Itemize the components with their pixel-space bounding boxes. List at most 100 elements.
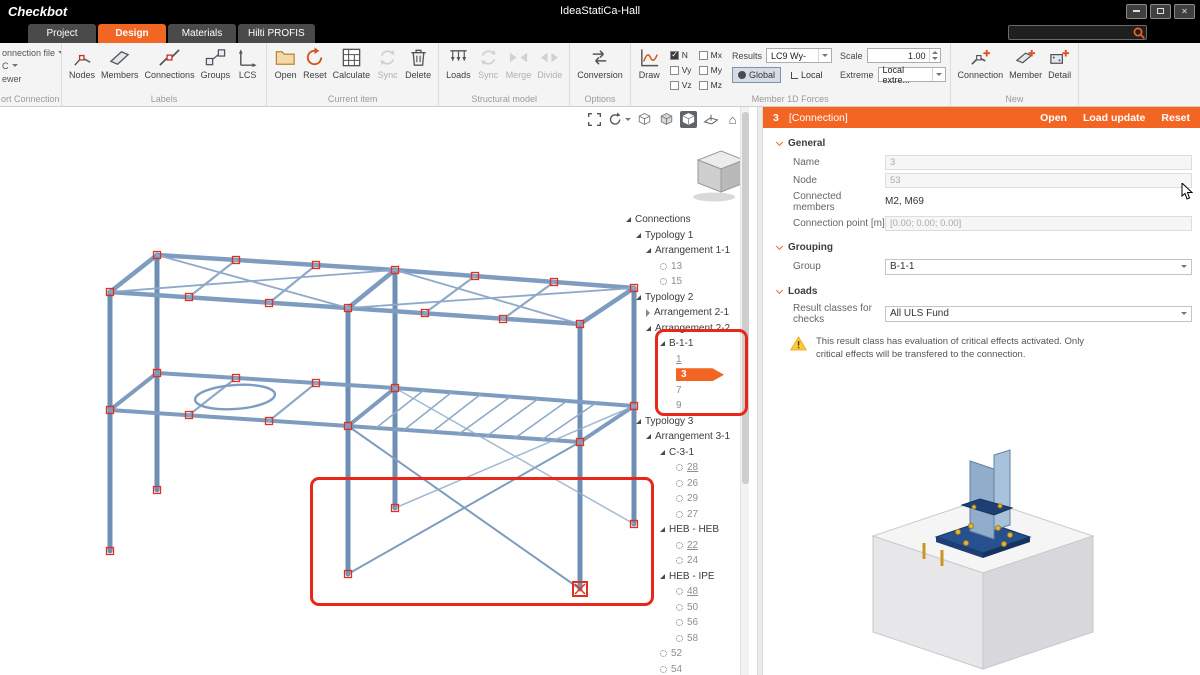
tab-design[interactable]: Design (98, 24, 166, 43)
members-button[interactable]: Members (98, 44, 142, 80)
refresh-view-button[interactable] (608, 111, 631, 128)
delete-button[interactable]: Delete (402, 44, 434, 80)
tree-item-15[interactable]: 15 (622, 274, 740, 290)
nodes-button[interactable]: Nodes (66, 44, 98, 80)
caret-expanded-icon[interactable] (626, 217, 631, 222)
caret-expanded-icon[interactable] (660, 450, 665, 455)
minimize-button[interactable] (1126, 4, 1147, 19)
connection-3d-preview[interactable] (858, 447, 1108, 672)
tree-item-typology-1[interactable]: Typology 1 (622, 228, 740, 244)
result-classes-dropdown[interactable]: All ULS Fund (885, 306, 1192, 322)
tree-item-7[interactable]: 7 (622, 383, 740, 399)
cube-wireframe-icon (637, 112, 652, 127)
new-connection-button[interactable]: Connection (955, 44, 1007, 80)
viewer-button[interactable]: ewer (0, 72, 61, 85)
tree-item-27[interactable]: 27 (622, 507, 740, 523)
draw-button[interactable]: Draw (635, 44, 664, 80)
open-connection-button[interactable]: Open (1040, 112, 1067, 124)
local-toggle-button[interactable]: Local (785, 67, 829, 83)
tree-item-56[interactable]: 56 (622, 615, 740, 631)
maximize-button[interactable] (1150, 4, 1171, 19)
open-button[interactable]: Open (271, 44, 300, 80)
tree-item-heb-heb[interactable]: HEB - HEB (622, 522, 740, 538)
lcs-button[interactable]: LCS (233, 44, 262, 80)
c-menu[interactable]: C (0, 59, 61, 72)
tree-item-9[interactable]: 9 (622, 398, 740, 414)
section-grouping[interactable]: Grouping (763, 232, 1200, 257)
section-general[interactable]: General (763, 128, 1200, 153)
calculate-button[interactable]: Calculate (330, 44, 374, 80)
groups-button[interactable]: Groups (198, 44, 234, 80)
results-dropdown[interactable]: LC9 Wy- (766, 48, 832, 63)
reset-connection-button[interactable]: Reset (1161, 112, 1190, 124)
checkbox-mx[interactable] (699, 51, 708, 60)
extreme-dropdown[interactable]: Local extre... (878, 67, 946, 82)
tree-item-50[interactable]: 50 (622, 600, 740, 616)
caret-expanded-icon[interactable] (660, 341, 665, 346)
new-detail-button[interactable]: Detail (1045, 44, 1074, 80)
caret-collapsed-icon[interactable] (646, 309, 650, 317)
tree-item-c-3-1[interactable]: C-3-1 (622, 445, 740, 461)
checkbox-my[interactable] (699, 66, 708, 75)
new-member-button[interactable]: Member (1006, 44, 1045, 80)
checkbox-vy[interactable] (670, 66, 679, 75)
clip-plane-button[interactable] (702, 111, 719, 128)
section-loads[interactable]: Loads (763, 276, 1200, 301)
tree-item-26[interactable]: 26 (622, 476, 740, 492)
zoom-extents-button[interactable] (586, 111, 603, 128)
caret-expanded-icon[interactable] (636, 233, 641, 238)
tree-item-29[interactable]: 29 (622, 491, 740, 507)
tree-item-arrangement-2-2[interactable]: Arrangement 2-2 (622, 321, 740, 337)
view-mode-solid-button[interactable] (680, 111, 697, 128)
caret-expanded-icon[interactable] (646, 434, 651, 439)
tree-item-connections[interactable]: Connections (622, 212, 740, 228)
global-toggle-button[interactable]: Global (732, 67, 781, 83)
group-dropdown[interactable]: B-1-1 (885, 259, 1192, 275)
caret-expanded-icon[interactable] (646, 248, 651, 253)
scrollbar-thumb[interactable] (742, 112, 749, 484)
search-input[interactable] (1009, 28, 1132, 38)
tree-item-arrangement-1-1[interactable]: Arrangement 1-1 (622, 243, 740, 259)
view-mode-shaded-button[interactable] (658, 111, 675, 128)
tree-item-54[interactable]: 54 (622, 662, 740, 675)
tree-item-arrangement-2-1[interactable]: Arrangement 2-1 (622, 305, 740, 321)
tree-item-13[interactable]: 13 (622, 259, 740, 275)
view-mode-wireframe-button[interactable] (636, 111, 653, 128)
caret-expanded-icon[interactable] (636, 295, 641, 300)
tree-item-48[interactable]: 48 (622, 584, 740, 600)
tree-item-52[interactable]: 52 (622, 646, 740, 662)
home-view-button[interactable]: ⌂ (724, 111, 741, 128)
checkbox-mz[interactable] (699, 81, 708, 90)
caret-expanded-icon[interactable] (636, 419, 641, 424)
connection-file-menu[interactable]: onnection file (0, 46, 61, 59)
caret-expanded-icon[interactable] (660, 574, 665, 579)
checkbox-n[interactable] (670, 51, 679, 60)
tree-item-24[interactable]: 24 (622, 553, 740, 569)
reset-button[interactable]: Reset (300, 44, 330, 80)
tree-item-3-selected[interactable]: 3 (622, 367, 740, 383)
tab-materials[interactable]: Materials (168, 24, 236, 43)
search-icon[interactable] (1132, 26, 1146, 40)
groups-icon (204, 46, 227, 69)
tree-item-22[interactable]: 22 (622, 538, 740, 554)
tree-item-arrangement-3-1[interactable]: Arrangement 3-1 (622, 429, 740, 445)
connections-button[interactable]: Connections (142, 44, 198, 80)
tree-item-heb-ipe[interactable]: HEB - IPE (622, 569, 740, 585)
tab-hilti-profis[interactable]: Hilti PROFIS (238, 24, 315, 43)
caret-expanded-icon[interactable] (646, 326, 651, 331)
load-update-button[interactable]: Load update (1083, 112, 1145, 124)
tree-item-1[interactable]: 1 (622, 352, 740, 368)
tree-item-28[interactable]: 28 (622, 460, 740, 476)
tree-item-b-1-1[interactable]: B-1-1 (622, 336, 740, 352)
close-button[interactable]: ✕ (1174, 4, 1195, 19)
tab-project[interactable]: Project (28, 24, 96, 43)
loads-button[interactable]: Loads (443, 44, 474, 80)
checkbox-vz[interactable] (670, 81, 679, 90)
chevron-down-icon (936, 73, 942, 76)
tree-item-typology-2[interactable]: Typology 2 (622, 290, 740, 306)
tree-item-typology-3[interactable]: Typology 3 (622, 414, 740, 430)
conversion-button[interactable]: Conversion (574, 44, 626, 80)
caret-expanded-icon[interactable] (660, 527, 665, 532)
scale-stepper[interactable]: 1.00 (867, 48, 941, 63)
tree-item-58[interactable]: 58 (622, 631, 740, 647)
